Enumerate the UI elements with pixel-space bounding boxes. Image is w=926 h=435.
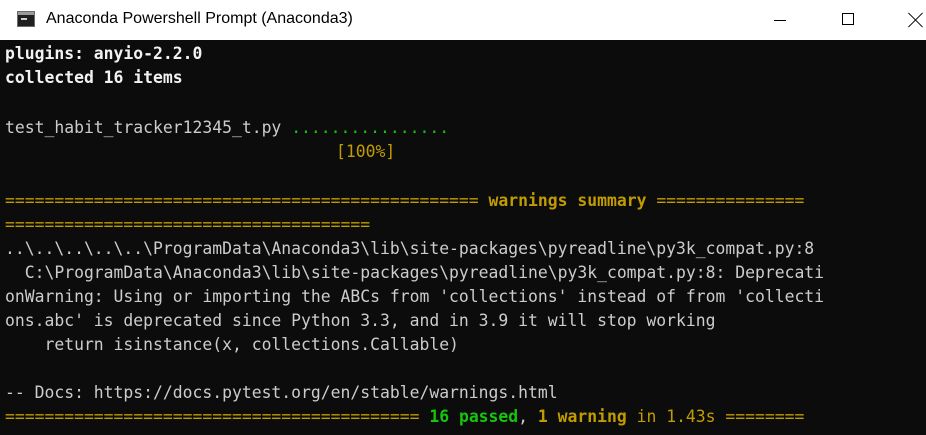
passed-count: 16 passed bbox=[429, 407, 519, 426]
warning-path: ..\..\..\..\..\ProgramData\Anaconda3\lib… bbox=[5, 239, 815, 258]
separator-line: ===================================== bbox=[5, 215, 371, 234]
duration: in 1.43s bbox=[636, 407, 716, 426]
powershell-window: Anaconda Powershell Prompt (Anaconda3) p… bbox=[0, 0, 926, 435]
console-app-icon bbox=[17, 11, 35, 27]
separator: ========================================… bbox=[5, 407, 420, 426]
separator: ======== bbox=[725, 407, 805, 426]
close-button[interactable] bbox=[880, 0, 926, 40]
minimize-icon bbox=[774, 20, 786, 21]
warning-message-line: onWarning: Using or importing the ABCs f… bbox=[5, 287, 825, 306]
separator: ========================================… bbox=[5, 191, 479, 210]
title-bar[interactable]: Anaconda Powershell Prompt (Anaconda3) bbox=[0, 0, 926, 40]
warning-message-line: ons.abc' is deprecated since Python 3.3,… bbox=[5, 311, 716, 330]
test-pass-dots: ................ bbox=[291, 118, 450, 137]
close-icon bbox=[908, 12, 924, 28]
minimize-button[interactable] bbox=[757, 0, 803, 40]
docs-link-line: -- Docs: https://docs.pytest.org/en/stab… bbox=[5, 383, 558, 402]
console-output[interactable]: plugins: anyio-2.2.0 collected 16 items … bbox=[0, 40, 926, 435]
maximize-icon bbox=[842, 13, 854, 25]
test-progress: [100%] bbox=[336, 142, 396, 161]
maximize-button[interactable] bbox=[825, 0, 871, 40]
comma: , bbox=[518, 407, 529, 426]
warnings-summary-header: ========================================… bbox=[5, 189, 804, 213]
console-line-test-result: test_habit_tracker12345_t.py ...........… bbox=[5, 116, 449, 140]
warning-message-line: C:\ProgramData\Anaconda3\lib\site-packag… bbox=[5, 263, 825, 282]
warning-code-line: return isinstance(x, collections.Callabl… bbox=[5, 335, 459, 354]
console-line-plugins: plugins: anyio-2.2.0 bbox=[5, 44, 203, 63]
final-summary-line: ========================================… bbox=[5, 405, 804, 429]
test-file-name: test_habit_tracker12345_t.py bbox=[5, 118, 282, 137]
warning-count: 1 warning bbox=[537, 407, 627, 426]
console-line-collected: collected 16 items bbox=[5, 68, 183, 87]
separator: =============== bbox=[656, 191, 805, 210]
window-title: Anaconda Powershell Prompt (Anaconda3) bbox=[46, 10, 353, 27]
warnings-summary-title: warnings summary bbox=[488, 191, 647, 210]
